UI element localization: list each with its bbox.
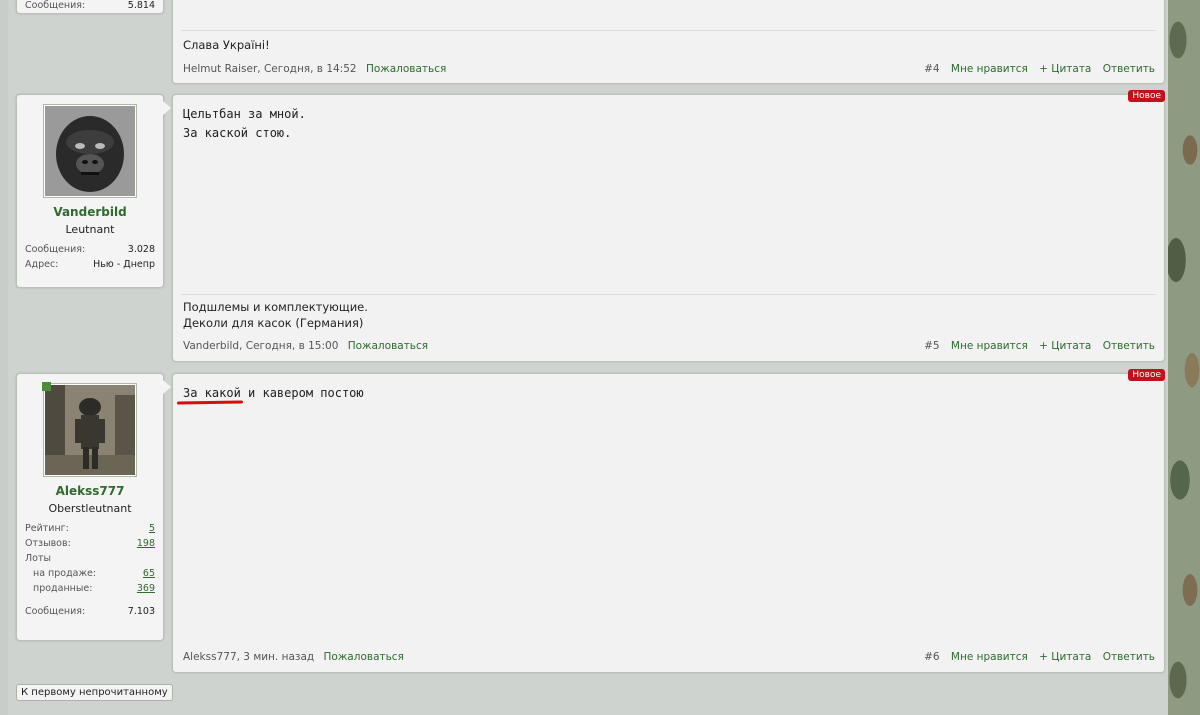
pointer-arrow (163, 380, 171, 394)
stat-value-link[interactable]: 369 (137, 583, 155, 594)
post-number[interactable]: #4 (924, 63, 939, 75)
stat-messages: Сообщения: 3.028 (17, 244, 163, 255)
like-button[interactable]: Мне нравится (951, 651, 1028, 663)
author-time[interactable]: Helmut Raiser, Сегодня, в 14:52 (183, 63, 357, 75)
post-actions: #4 Мне нравится + Цитата Ответить (916, 63, 1155, 75)
post-6: Новое За какой и кавером постою Alekss77… (172, 369, 1165, 673)
online-indicator-icon (42, 382, 51, 391)
post-meta: Helmut Raiser, Сегодня, в 14:52 Пожалова… (183, 63, 446, 75)
avatar[interactable] (42, 382, 137, 477)
gorilla-avatar-icon (45, 106, 135, 196)
post-number[interactable]: #6 (924, 651, 939, 663)
stat-label: на продаже: (33, 568, 97, 579)
post-actions: #5 Мне нравится + Цитата Ответить (916, 340, 1155, 352)
user-rank: Oberstleutnant (48, 502, 132, 515)
signature: Подшлемы и комплектующие. Деколи для кас… (183, 299, 368, 331)
reply-button[interactable]: Ответить (1103, 340, 1155, 352)
author-time[interactable]: Alekss777, 3 мин. назад (183, 651, 314, 663)
report-link[interactable]: Пожаловаться (366, 63, 446, 75)
stat-label: Сообщения: (25, 606, 86, 617)
stat-reviews: Отзывов: 198 (17, 538, 163, 549)
reply-button[interactable]: Ответить (1103, 651, 1155, 663)
stat-messages: Сообщения: 5.814 (17, 0, 163, 11)
message-line: За каской стою. (183, 126, 292, 140)
stat-label: проданные: (33, 583, 93, 594)
stat-label: Рейтинг: (25, 523, 69, 534)
stat-value-link[interactable]: 198 (137, 538, 155, 549)
red-underline-annotation (176, 400, 244, 405)
stat-value: 3.028 (127, 244, 155, 255)
stat-messages: Сообщения: 7.103 (17, 606, 163, 617)
stat-value: Нью - Днепр (93, 259, 155, 270)
stat-value: 5.814 (127, 0, 155, 11)
message-line: Цельтбан за мной. (183, 107, 306, 121)
camo-background (1168, 0, 1200, 715)
stat-label: Адрес: (25, 259, 59, 270)
userbox-alekss777: Alekss777 Oberstleutnant Рейтинг: 5 Отзы… (16, 373, 171, 641)
username[interactable]: Vanderbild (17, 205, 163, 219)
post-4: Слава Україні! Helmut Raiser, Сегодня, в… (172, 0, 1165, 84)
report-link[interactable]: Пожаловаться (348, 340, 428, 352)
post-meta: Alekss777, 3 мин. назад Пожаловаться (183, 651, 404, 663)
signature-line[interactable]: Деколи для касок (Германия) (183, 315, 368, 331)
author-time[interactable]: Vanderbild, Сегодня, в 15:00 (183, 340, 338, 352)
quote-button[interactable]: + Цитата (1039, 63, 1091, 75)
stat-label: Сообщения: (25, 0, 86, 11)
post-meta: Vanderbild, Сегодня, в 15:00 Пожаловатьс… (183, 340, 428, 352)
stat-on-sale: на продаже: 65 (17, 568, 163, 579)
reply-button[interactable]: Ответить (1103, 63, 1155, 75)
pointer-arrow (163, 101, 171, 115)
soldier-avatar-icon (45, 385, 135, 475)
username[interactable]: Alekss777 (17, 484, 163, 498)
avatar[interactable] (43, 104, 137, 198)
stat-label: Отзывов: (25, 538, 71, 549)
new-badge: Новое (1128, 369, 1165, 381)
user-rank: Leutnant (65, 223, 115, 236)
stat-rating: Рейтинг: 5 (17, 523, 163, 534)
post-5: Новое Цельтбан за мной. За каской стою. … (172, 90, 1165, 362)
signature-divider (181, 30, 1156, 31)
post-actions: #6 Мне нравится + Цитата Ответить (916, 651, 1155, 663)
stat-lots: Лоты (17, 553, 163, 564)
new-badge: Новое (1128, 90, 1165, 102)
stat-value-link[interactable]: 65 (143, 568, 155, 579)
signature: Слава Україні! (183, 38, 270, 52)
report-link[interactable]: Пожаловаться (324, 651, 404, 663)
signature-divider (181, 294, 1156, 295)
stat-value-link[interactable]: 5 (149, 523, 155, 534)
stat-sold: проданные: 369 (17, 583, 163, 594)
stat-label: Лоты (25, 553, 51, 564)
stat-label: Сообщения: (25, 244, 86, 255)
signature-line[interactable]: Подшлемы и комплектующие. (183, 299, 368, 315)
post-number[interactable]: #5 (924, 340, 939, 352)
quote-button[interactable]: + Цитата (1039, 340, 1091, 352)
userbox-vanderbild: Vanderbild Leutnant Сообщения: 3.028 Адр… (16, 94, 171, 288)
first-unread-button[interactable]: К первому непрочитанному (16, 684, 173, 701)
quote-button[interactable]: + Цитата (1039, 651, 1091, 663)
userbox-top: Сообщения: 5.814 (16, 0, 164, 14)
like-button[interactable]: Мне нравится (951, 340, 1028, 352)
post-message: Цельтбан за мной. За каской стою. (183, 105, 306, 143)
like-button[interactable]: Мне нравится (951, 63, 1028, 75)
stat-value: 7.103 (127, 606, 155, 617)
stat-address: Адрес: Нью - Днепр (17, 259, 163, 270)
